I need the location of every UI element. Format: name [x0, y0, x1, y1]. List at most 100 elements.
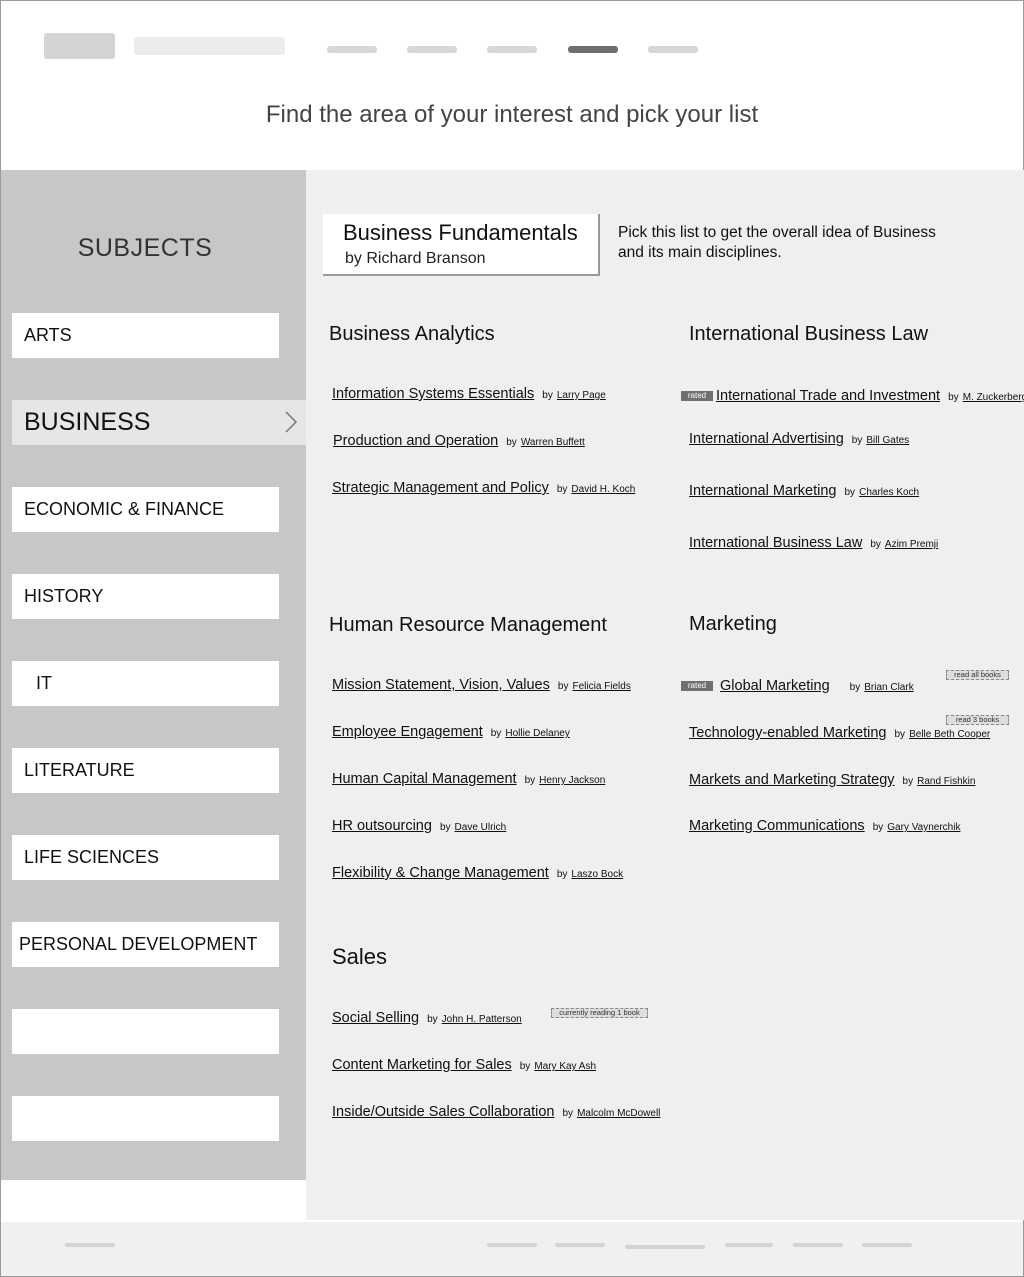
by-label: by — [524, 775, 536, 786]
subject-business[interactable]: BUSINESS — [12, 400, 306, 445]
book-item: Production and Operation by Warren Buffet… — [333, 433, 585, 449]
book-title-link[interactable]: HR outsourcing — [332, 818, 432, 834]
author-link[interactable]: Brian Clark — [864, 682, 913, 693]
nav-item-3[interactable] — [487, 46, 537, 53]
subject-label: LIFE SCIENCES — [24, 847, 160, 867]
nav-item-4-active[interactable] — [568, 46, 618, 53]
book-item: International Business Law by Azim Premji — [689, 535, 938, 551]
category-title-business-analytics: Business Analytics — [329, 323, 495, 345]
featured-description: Pick this list to get the overall idea o… — [618, 224, 936, 261]
book-title-link[interactable]: Social Selling — [332, 1010, 419, 1026]
author-link[interactable]: Azim Premji — [885, 539, 938, 550]
footer-link-placeholder[interactable] — [65, 1243, 115, 1247]
category-title-international-business-law: International Business Law — [689, 323, 929, 345]
book-title-link[interactable]: Marketing Communications — [689, 818, 865, 834]
subject-literature[interactable]: LITERATURE — [12, 748, 279, 793]
subject-economic-finance[interactable]: ECONOMIC & FINANCE — [12, 487, 279, 532]
read-3-books-tag: read 3 books — [946, 715, 1009, 725]
by-label: by — [948, 392, 959, 403]
book-title-link[interactable]: Strategic Management and Policy — [332, 480, 549, 496]
author-link[interactable]: Felicia Fields — [572, 681, 630, 692]
featured-list-card[interactable]: Business Fundamentals by Richard Branson — [323, 214, 600, 276]
author-link[interactable]: Charles Koch — [859, 487, 919, 498]
book-title-link[interactable]: Inside/Outside Sales Collaboration — [332, 1104, 554, 1120]
search-placeholder[interactable] — [134, 37, 285, 55]
book-title-link[interactable]: Technology-enabled Marketing — [689, 725, 887, 741]
footer-link-placeholder[interactable] — [487, 1243, 537, 1247]
book-item: Social Selling by John H. Patterson — [332, 1010, 522, 1026]
book-item: International Marketing by Charles Koch — [689, 483, 919, 499]
book-title-link[interactable]: International Business Law — [689, 535, 862, 551]
footer-link-placeholder[interactable] — [793, 1243, 843, 1247]
by-label: by — [427, 1014, 438, 1025]
book-title-link[interactable]: Markets and Marketing Strategy — [689, 772, 895, 788]
by-label: by — [557, 681, 569, 692]
author-link[interactable]: Henry Jackson — [539, 775, 605, 786]
by-label: by — [849, 682, 861, 693]
book-item: Technology-enabled Marketing by Belle Bet… — [689, 725, 990, 741]
book-title-link[interactable]: Employee Engagement — [332, 724, 483, 740]
author-link[interactable]: Belle Beth Cooper — [909, 729, 990, 740]
book-title-link[interactable]: Production and Operation — [333, 433, 498, 449]
book-title-link[interactable]: Mission Statement, Vision, Values — [332, 677, 550, 693]
subject-label: ARTS — [24, 325, 72, 345]
subject-label: HISTORY — [24, 586, 104, 606]
by-label: by — [556, 869, 568, 880]
by-label: by — [894, 729, 906, 740]
author-link[interactable]: Mary Kay Ash — [534, 1061, 596, 1072]
author-link[interactable]: Gary Vaynerchik — [887, 822, 960, 833]
subject-empty-1[interactable] — [12, 1009, 279, 1054]
author-link[interactable]: Hollie Delaney — [505, 728, 569, 739]
book-title-link[interactable]: International Trade and Investment — [716, 388, 940, 404]
chevron-right-icon — [285, 411, 298, 433]
book-title-link[interactable]: Information Systems Essentials — [332, 386, 534, 402]
book-title-link[interactable]: Global Marketing — [720, 678, 830, 694]
book-title-link[interactable]: International Advertising — [689, 431, 844, 447]
book-title-link[interactable]: International Marketing — [689, 483, 837, 499]
subject-label: BUSINESS — [24, 408, 151, 436]
nav-item-5[interactable] — [648, 46, 698, 53]
category-title-sales: Sales — [332, 944, 388, 969]
footer-link-placeholder[interactable] — [862, 1243, 912, 1247]
footer-link-placeholder[interactable] — [555, 1243, 605, 1247]
subject-arts[interactable]: ARTS — [12, 313, 279, 358]
by-label: by — [556, 484, 568, 495]
featured-author: by Richard Branson — [345, 250, 486, 267]
book-item: rated International Trade and Investment b… — [681, 388, 1024, 404]
book-title-link[interactable]: Flexibility & Change Management — [332, 865, 549, 881]
book-item: International Advertising by Bill Gates — [689, 431, 909, 447]
author-link[interactable]: Rand Fishkin — [917, 776, 975, 787]
subject-history[interactable]: HISTORY — [12, 574, 279, 619]
author-link[interactable]: Malcolm McDowell — [577, 1108, 660, 1119]
author-link[interactable]: Dave Ulrich — [455, 822, 507, 833]
author-link[interactable]: Warren Buffett — [521, 437, 585, 448]
subjects-title: SUBJECTS — [77, 234, 213, 262]
footer-link-placeholder[interactable] — [625, 1245, 705, 1249]
author-link[interactable]: David H. Koch — [571, 484, 635, 495]
book-title-link[interactable]: Content Marketing for Sales — [332, 1057, 512, 1073]
author-link[interactable]: Laszo Bock — [571, 869, 623, 880]
author-link[interactable]: Bill Gates — [866, 435, 909, 446]
by-label: by — [872, 822, 884, 833]
by-label: by — [439, 822, 451, 833]
page-headline: Find the area of your interest and pick … — [265, 101, 759, 128]
category-title-human-resource-management: Human Resource Management — [329, 614, 607, 636]
subject-personal-development[interactable]: PERSONAL DEVELOPMENT — [12, 922, 279, 967]
author-link[interactable]: M. Zuckerberg — [963, 392, 1024, 403]
book-item: Content Marketing for Sales by Mary Kay A… — [332, 1057, 596, 1073]
nav-item-1[interactable] — [327, 46, 377, 53]
book-item: rated Global Marketing by Brian Clark — [681, 678, 914, 694]
book-item: Mission Statement, Vision, Values by Feli… — [332, 677, 631, 693]
author-link[interactable]: John H. Patterson — [442, 1014, 522, 1025]
subject-life-sciences[interactable]: LIFE SCIENCES — [12, 835, 279, 880]
featured-title: Business Fundamentals — [343, 220, 578, 245]
subject-empty-2[interactable] — [12, 1096, 279, 1141]
nav-item-2[interactable] — [407, 46, 457, 53]
book-title-link[interactable]: Human Capital Management — [332, 771, 517, 787]
book-item: Strategic Management and Policy by David … — [332, 480, 635, 496]
book-item: Information Systems Essentials by Larry P… — [332, 386, 606, 402]
author-link[interactable]: Larry Page — [557, 390, 606, 401]
subject-it[interactable]: IT — [12, 661, 279, 706]
footer-link-placeholder[interactable] — [725, 1243, 773, 1247]
logo-placeholder[interactable] — [44, 33, 115, 59]
